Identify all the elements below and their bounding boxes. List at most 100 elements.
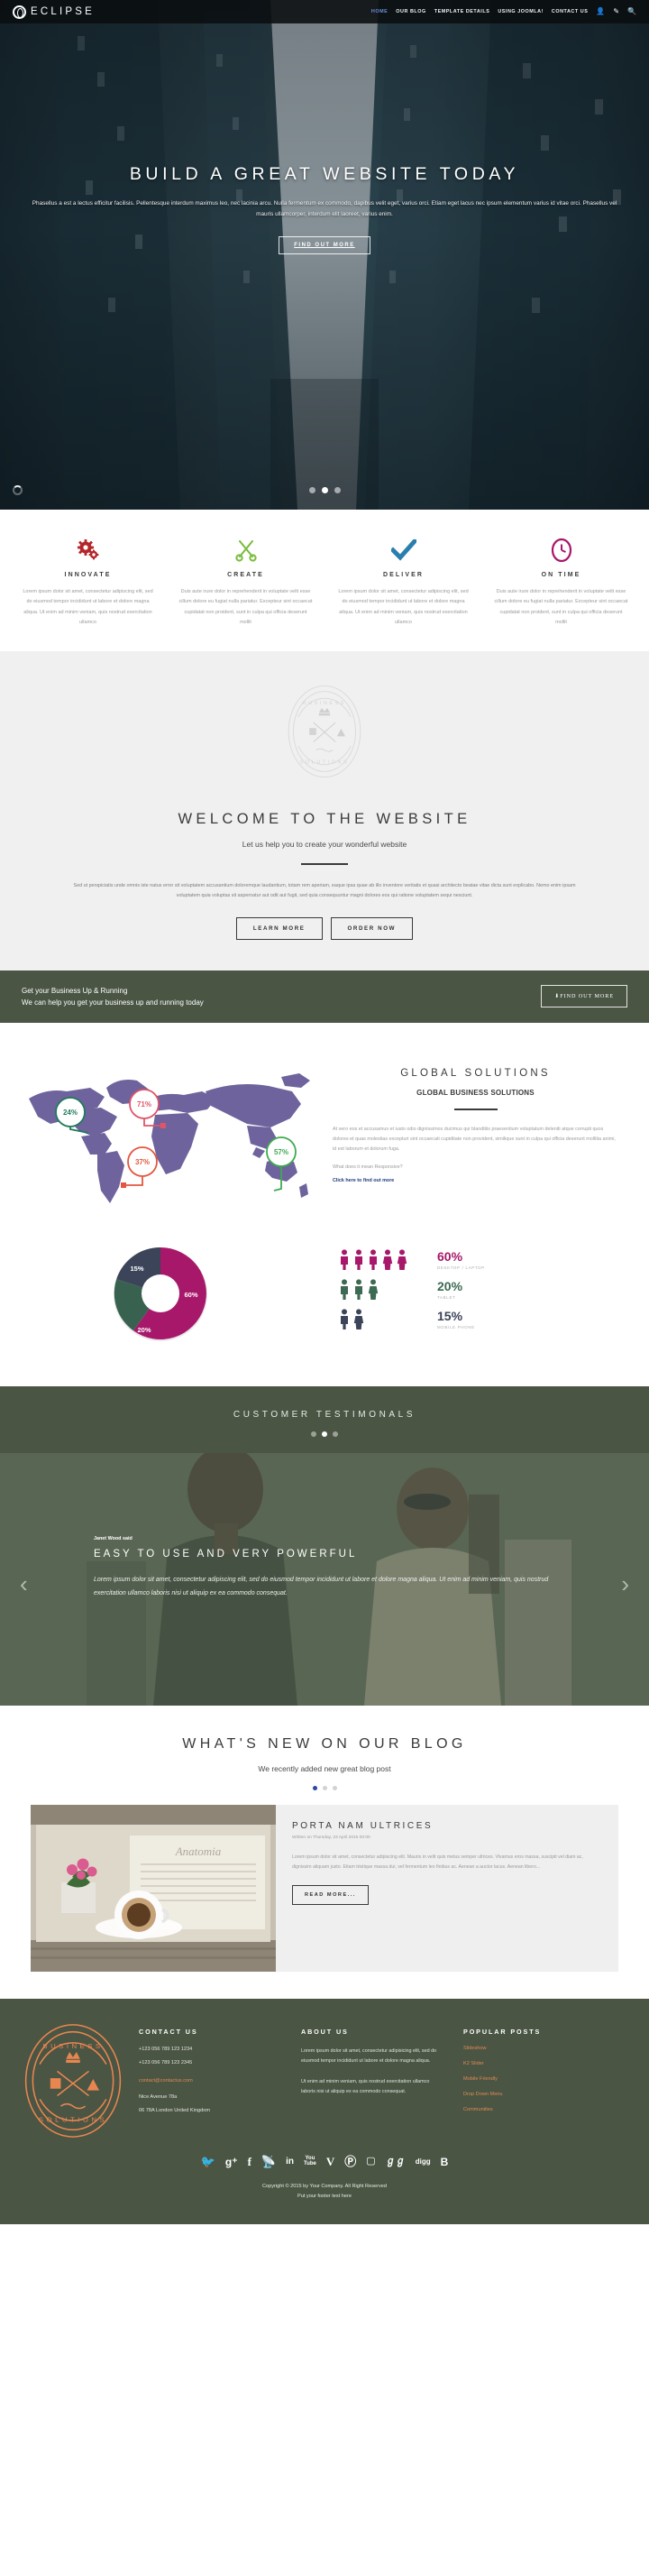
linkedin-icon[interactable]: in [286, 2157, 294, 2167]
testimonials-dots[interactable] [0, 1431, 649, 1438]
global-solutions-section: 24% 71% 37% 57% GLOBAL SOLUTIONS GLOBAL … [0, 1023, 649, 1228]
learn-more-button[interactable]: LEARN MORE [235, 916, 323, 940]
blog-dot-3[interactable] [332, 1786, 337, 1791]
stat-value-tablet: 20% TABLET [437, 1280, 462, 1300]
hero-slider: BUILD A GREAT WEBSITE TODAY Phasellus a … [0, 0, 649, 510]
testimonial-author: Janet Wood said [94, 1536, 133, 1542]
footer-popular-item-k2-slider[interactable]: K2 Slider [463, 2061, 591, 2066]
instagram-icon[interactable]: ▢ [366, 2157, 375, 2167]
vimeo-icon[interactable]: V [326, 2156, 334, 2167]
testimonial-slide: Janet Wood said EASY TO USE AND VERY POW… [0, 1453, 649, 1707]
feature-text: Lorem ipsum dolor sit amet, consectetur … [23, 589, 153, 625]
feature-title: INNOVATE [64, 572, 112, 578]
testimonial-dot-2[interactable] [322, 1431, 327, 1438]
footer-seal-top-text: BUSINESS [42, 2042, 103, 2050]
global-body: At vero eos et accusamus et iusto odio d… [333, 1127, 616, 1153]
hero-find-out-more-button[interactable]: FIND OUT MORE [279, 235, 370, 254]
nav-item-using-joomla[interactable]: USING JOOMLA! [498, 9, 544, 14]
testimonial-headline: EASY TO USE AND VERY POWERFUL [94, 1549, 358, 1560]
facebook-icon[interactable]: f [248, 2156, 251, 2167]
stumbleupon-icon[interactable]: ℊℊ [386, 2157, 406, 2167]
blogger-icon[interactable]: B [441, 2157, 449, 2167]
cta-find-out-more-button[interactable]: ⬇FIND OUT MORE [541, 985, 627, 1008]
pencil-icon[interactable]: ✎ [613, 8, 619, 15]
order-now-button[interactable]: ORDER NOW [330, 916, 414, 940]
people-icons-mobile [338, 1309, 425, 1330]
blog-post-meta: Written on Thursday, 23 April 2015 00:00 [292, 1835, 370, 1841]
googleplus-icon[interactable]: g⁺ [225, 2157, 238, 2167]
feature-text: Duis aute irure dolor in reprehenderit i… [178, 589, 313, 625]
testimonials-header: CUSTOMER TESTIMONALS [0, 1386, 649, 1454]
footer-about-p1: Lorem ipsum dolor sit amet, consectetur … [301, 2048, 437, 2065]
blog-slider-dots[interactable] [0, 1786, 649, 1791]
logo-text: ECLIPSE [31, 6, 95, 17]
digg-icon[interactable]: digg [416, 2157, 431, 2166]
search-icon[interactable]: 🔍 [627, 8, 636, 15]
stat-number: 60% [437, 1248, 463, 1264]
global-title: GLOBAL SOLUTIONS [400, 1068, 551, 1080]
business-solutions-seal-icon: BUSINESS SOLUTIONS [288, 685, 361, 778]
blog-post-card: Anatomia PORTA NAM ULTRICES Written on T… [31, 1805, 618, 1973]
nav-item-template-details[interactable]: TEMPLATE DETAILS [434, 9, 490, 14]
hero-title: BUILD A GREAT WEBSITE TODAY [129, 164, 520, 184]
nav-item-our-blog[interactable]: OUR BLOG [396, 9, 425, 14]
hero-dot-2[interactable] [321, 487, 328, 493]
stat-label: DESKTOP / LAPTOP [437, 1265, 485, 1270]
footer-text: Put your footer text here [297, 2193, 352, 2199]
copyright-text: Copyright © 2015 by Your Company. All Ri… [261, 2184, 388, 2190]
check-icon [336, 537, 471, 564]
site-logo[interactable]: ECLIPSE [13, 5, 95, 19]
footer-contact-heading: CONTACT US [139, 2028, 198, 2037]
read-more-button[interactable]: READ MORE... [292, 1885, 369, 1906]
people-icons-tablet [338, 1279, 425, 1301]
feature-title: DELIVER [382, 572, 425, 578]
user-icon[interactable]: 👤 [596, 8, 605, 15]
hero-dot-3[interactable] [334, 487, 341, 493]
pinterest-icon[interactable]: Ⓟ [344, 2156, 356, 2167]
rss-icon[interactable]: 📡 [261, 2156, 276, 2167]
blog-post-title[interactable]: PORTA NAM ULTRICES [292, 1821, 599, 1831]
hero-dot-1[interactable] [308, 487, 315, 493]
welcome-body: Sed ut perspiciatis unde omnis iste natu… [73, 883, 576, 899]
twitter-icon[interactable]: 🐦 [201, 2156, 215, 2167]
clock-icon [494, 537, 628, 564]
footer-popular-item-slideshow[interactable]: Slideshow [463, 2046, 591, 2051]
footer-copyright: Copyright © 2015 by Your Company. All Ri… [0, 2167, 649, 2225]
feature-title: ON TIME [541, 572, 581, 578]
world-map-svg: 24% 71% 37% 57% [29, 1073, 310, 1204]
testimonial-dot-1[interactable] [311, 1431, 316, 1438]
hero-slider-dots[interactable] [0, 487, 649, 493]
map-marker-south-america[interactable]: 37% [121, 1146, 158, 1189]
footer-popular-item-mobile-friendly[interactable]: Mobile Friendly [463, 2076, 591, 2082]
feature-innovate: INNOVATE Lorem ipsum dolor sit amet, con… [9, 537, 167, 628]
global-find-out-more-link[interactable]: Click here to find out more [333, 1178, 618, 1183]
footer-popular-item-communities[interactable]: Communities [463, 2107, 591, 2112]
site-footer: BUSINESS SOLUTIONS CONTACT US +123 056 7… [0, 1999, 649, 2140]
welcome-title: WELCOME TO THE WEBSITE [178, 811, 471, 828]
stat-number: 20% [437, 1278, 463, 1293]
footer-popular-item-drop-down-menu[interactable]: Drop Down Menu [463, 2092, 591, 2097]
youtube-icon[interactable]: You Tube [304, 2156, 316, 2167]
blog-dot-2[interactable] [322, 1786, 327, 1791]
footer-popular-heading: POPULAR POSTS [463, 2028, 542, 2037]
seal-top-text: BUSINESS [303, 701, 346, 706]
stat-number: 15% [437, 1308, 463, 1323]
feature-text: Lorem ipsum dolor sit amet, consectetur … [338, 589, 469, 625]
cta-text: Get your Business Up & Running We can he… [22, 985, 204, 1008]
nav-item-contact-us[interactable]: CONTACT US [552, 9, 588, 14]
testimonial-dot-3[interactable] [333, 1431, 338, 1438]
testimonial-next-arrow-icon[interactable]: › [621, 1570, 629, 1598]
gears-icon [21, 537, 155, 564]
blog-dot-1[interactable] [312, 1786, 317, 1791]
donut-chart-svg: 60% 20% 15% [113, 1247, 207, 1342]
stat-row-desktop: 60% DESKTOP / LAPTOP [338, 1249, 649, 1271]
hero-overlay [0, 0, 649, 510]
footer-email-link[interactable]: contact@contactus.com [139, 2078, 276, 2084]
donut-label-tablet: 20% [137, 1326, 151, 1334]
cta-line-1: Get your Business Up & Running [22, 986, 128, 995]
blog-post-image[interactable]: Anatomia [31, 1805, 276, 1973]
stat-value-desktop: 60% DESKTOP / LAPTOP [437, 1250, 485, 1270]
nav-item-home[interactable]: HOME [371, 9, 388, 14]
testimonial-prev-arrow-icon[interactable]: ‹ [20, 1570, 28, 1598]
people-icons-desktop [338, 1249, 425, 1271]
